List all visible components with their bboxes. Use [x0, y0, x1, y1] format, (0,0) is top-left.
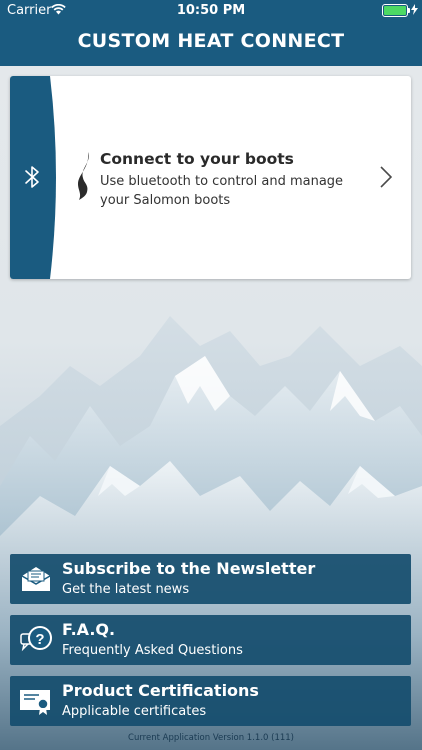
battery-level: [384, 6, 406, 15]
menu-subtitle: Frequently Asked Questions: [62, 643, 243, 658]
battery-icon: [382, 4, 410, 17]
clock: 10:50 PM: [176, 3, 246, 18]
menu-title: F.A.Q.: [62, 620, 116, 639]
menu-title: Subscribe to the Newsletter: [62, 559, 316, 578]
newsletter-button[interactable]: Subscribe to the Newsletter Get the late…: [10, 554, 411, 604]
certificate-icon: [20, 690, 50, 715]
status-bar: Carrier 10:50 PM: [0, 0, 422, 22]
envelope-icon: [21, 567, 51, 591]
version-label: Current Application Version 1.1.0 (111): [128, 733, 294, 743]
menu-subtitle: Get the latest news: [62, 582, 190, 597]
connect-subtitle: Use bluetooth to control and manage your…: [100, 174, 344, 208]
menu-subtitle: Applicable certificates: [62, 704, 207, 719]
menu-title: Product Certifications: [62, 681, 259, 700]
faq-button[interactable]: ? F.A.Q. Frequently Asked Questions: [10, 615, 411, 665]
question-bubble-icon: ?: [20, 626, 52, 652]
certifications-button[interactable]: Product Certifications Applicable certif…: [10, 676, 411, 726]
connect-title: Connect to your boots: [100, 150, 294, 168]
app-title: CUSTOM HEAT CONNECT: [77, 30, 345, 52]
chevron-right-icon[interactable]: [380, 166, 392, 188]
navigation-bar: Carrier 10:50 PM CUSTOM HEAT CONNECT: [0, 0, 422, 66]
flame-icon: [78, 152, 89, 200]
svg-text:?: ?: [35, 631, 44, 648]
bluetooth-stripe: [10, 76, 56, 279]
connect-boots-card[interactable]: Connect to your boots Use bluetooth to c…: [10, 76, 411, 279]
charging-bolt-icon: [411, 4, 418, 15]
